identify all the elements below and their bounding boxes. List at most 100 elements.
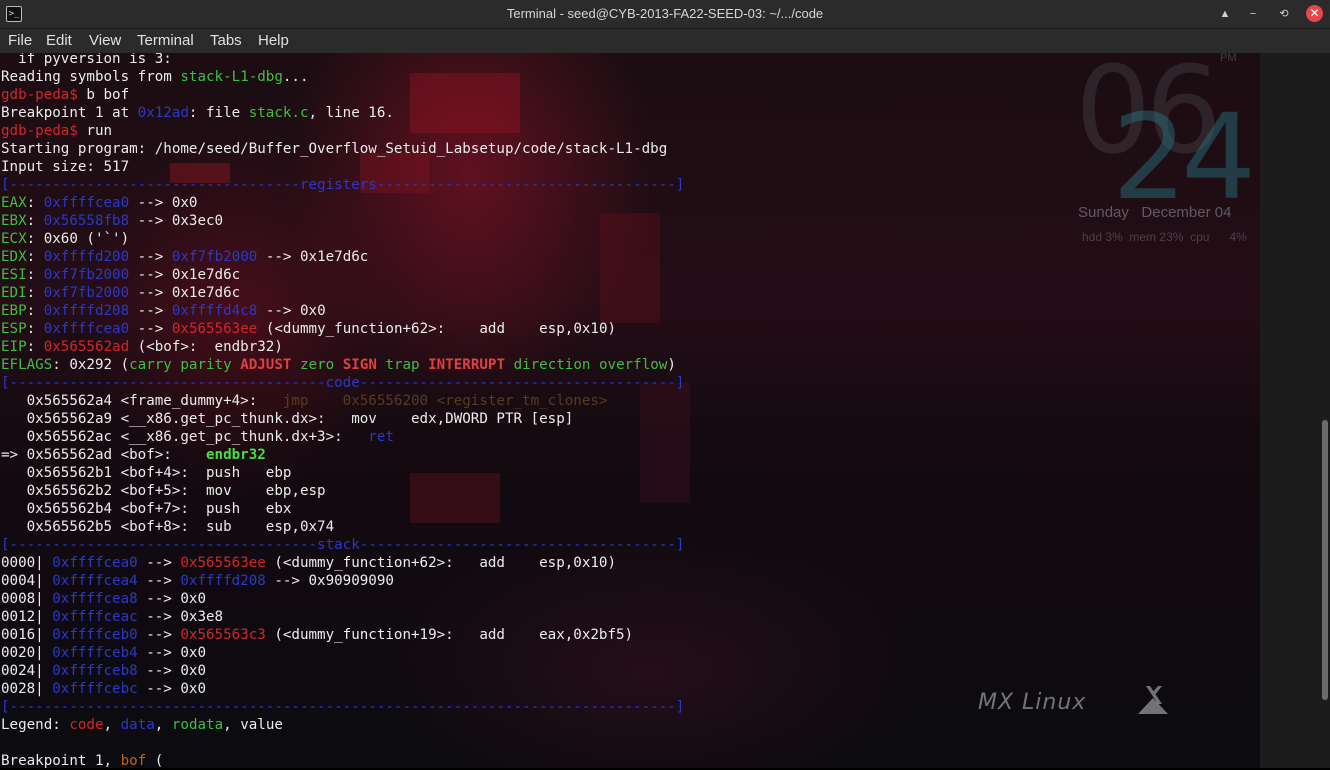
terminal-text-segment: : [26,303,44,319]
terminal-text-segment: 0x56558fb8 [43,213,130,229]
terminal-text-segment: 0028| [1,681,53,697]
terminal-text-segment: bof [120,753,147,769]
terminal-line: ECX: 0x60 ('`') [1,230,684,248]
terminal-text-segment: direction [513,357,591,373]
terminal-text-segment: 0x565562b4 <bof+7>: push ebx [1,501,292,517]
hdd-value: 3% [1105,230,1123,244]
terminal-text-segment: Legend: [1,717,70,733]
terminal-text-segment: INTERRUPT [428,357,506,373]
close-button[interactable]: ✕ [1306,5,1323,22]
terminal-line: 0000| 0xffffcea0 --> 0x565563ee (<dummy_… [1,554,684,572]
menu-edit[interactable]: Edit [46,32,72,49]
shade-window-icon[interactable]: ▲ [1216,5,1234,23]
terminal-text-segment: : [26,213,44,229]
terminal-text-segment: 0xffffceb8 [52,663,138,679]
terminal-text-segment: 0x565562b5 <bof+8>: sub esp,0x74 [1,519,335,535]
terminal-line: 0x565562a4 <frame_dummy+4>: jmp 0x565562… [1,392,684,410]
terminal-text-segment: EBX [1,213,27,229]
terminal-line: EAX: 0xffffcea0 --> 0x0 [1,194,684,212]
terminal-text-segment: 0x565562a4 <frame_dummy+4>: [1,393,283,409]
terminal-text-segment: --> [137,573,181,589]
terminal-text-segment: : [26,195,44,211]
terminal-text-segment: 0x565563ee [180,555,266,571]
terminal-line: ESI: 0xf7fb2000 --> 0x1e7d6c [1,266,684,284]
maximize-button[interactable]: ⟲ [1275,5,1293,23]
menu-terminal[interactable]: Terminal [137,32,194,49]
terminal-text-segment: : 0x292 ( [52,357,130,373]
terminal-line: 0x565562a9 <__x86.get_pc_thunk.dx>: mov … [1,410,684,428]
terminal-output[interactable]: if pyversion is 3: Reading symbols from s… [1,50,684,770]
terminal-scrollbar-track[interactable] [1260,53,1330,768]
terminal-text-segment: ret [368,429,394,445]
terminal-text-segment: , line 16. [308,105,394,121]
terminal-text-segment: EBP [1,303,27,319]
terminal-text-segment: --> 0x90909090 [265,573,394,589]
terminal-text-segment: run [77,123,113,139]
menu-file[interactable]: File [8,32,32,49]
terminal-line: EDX: 0xffffd200 --> 0xf7fb2000 --> 0x1e7… [1,248,684,266]
terminal-text-segment: (<bof>: endbr32) [129,339,283,355]
minimize-button[interactable]: − [1244,5,1262,23]
terminal-text-segment: Reading symbols from [1,69,181,85]
terminal-text-segment: EDX [1,249,27,265]
terminal-text-segment: EFLAGS [1,357,53,373]
terminal-text-segment: --> 0x3e8 [137,609,224,625]
terminal-text-segment: [-------------------------------------co… [1,375,685,391]
mem-value: 23% [1159,230,1184,244]
terminal-line: Breakpoint 1 at 0x12ad: file stack.c, li… [1,104,684,122]
terminal-text-segment: ESI [1,267,27,283]
terminal-text-segment: 0x565563c3 [180,627,266,643]
terminal-text-segment: carry [129,357,172,373]
terminal-text-segment: --> [137,627,181,643]
terminal-text-segment: 0x565562ad [43,339,130,355]
terminal-text-segment: [----------------------------------regis… [1,177,685,193]
terminal-text-segment: 0xffffcebc [52,681,138,697]
terminal-scrollbar-thumb[interactable] [1322,420,1328,700]
mx-linux-logo: MX Linux [978,690,1087,715]
terminal-text-segment: : [26,339,44,355]
terminal-text-segment: 0xffffcea0 [43,195,130,211]
window-titlebar[interactable]: >_ Terminal - seed@CYB-2013-FA22-SEED-03… [0,0,1330,29]
terminal-text-segment: gdb-peda$ [1,123,78,139]
terminal-text-segment: --> 0x1e7d6c [129,285,241,301]
terminal-text-segment: code [69,717,104,733]
terminal-line: gdb-peda$ run [1,122,684,140]
terminal-text-segment: , [154,717,172,733]
terminal-text-segment: ... [282,69,309,85]
terminal-line: EFLAGS: 0x292 (carry parity ADJUST zero … [1,356,684,374]
terminal-line: 0012| 0xffffceac --> 0x3e8 [1,608,684,626]
terminal-line: 0x565562b4 <bof+7>: push ebx [1,500,684,518]
terminal-text-segment: 0xffffcea0 [43,321,130,337]
terminal-text-segment: EIP [1,339,27,355]
menu-view[interactable]: View [89,32,121,49]
terminal-line: 0x565562b2 <bof+5>: mov ebp,esp [1,482,684,500]
terminal-text-segment: 0x565562b1 <bof+4>: push ebp [1,465,292,481]
terminal-line: 0x565562b5 <bof+8>: sub esp,0x74 [1,518,684,536]
terminal-text-segment: ADJUST [240,357,292,373]
menu-tabs[interactable]: Tabs [210,32,242,49]
terminal-text-segment: stack-L1-dbg [180,69,283,85]
terminal-line: gdb-peda$ b bof [1,86,684,104]
terminal-text-segment: EAX [1,195,27,211]
terminal-text-segment: SIGN [342,357,377,373]
terminal-line: Input size: 517 [1,158,684,176]
menu-help[interactable]: Help [258,32,289,49]
terminal-line: 0024| 0xffffceb8 --> 0x0 [1,662,684,680]
terminal-text-segment: 0012| [1,609,53,625]
terminal-line: 0008| 0xffffcea8 --> 0x0 [1,590,684,608]
terminal-text-segment: 0x565562a9 <__x86.get_pc_thunk.dx>: mov … [1,411,574,427]
terminal-text-segment: : 0x60 ('`') [26,231,130,247]
terminal-line: 0004| 0xffffcea4 --> 0xffffd208 --> 0x90… [1,572,684,590]
terminal-text-segment: EDI [1,285,27,301]
terminal-text-segment: Input size: 517 [1,159,130,175]
terminal-line: [----------------------------------regis… [1,176,684,194]
terminal-text-segment: Breakpoint 1, [1,753,121,769]
terminal-text-segment: --> 0x1e7d6c [257,249,369,265]
terminal-text-segment: 0008| [1,591,53,607]
terminal-text-segment: 0x565563ee [171,321,258,337]
terminal-text-segment: 0024| [1,663,53,679]
